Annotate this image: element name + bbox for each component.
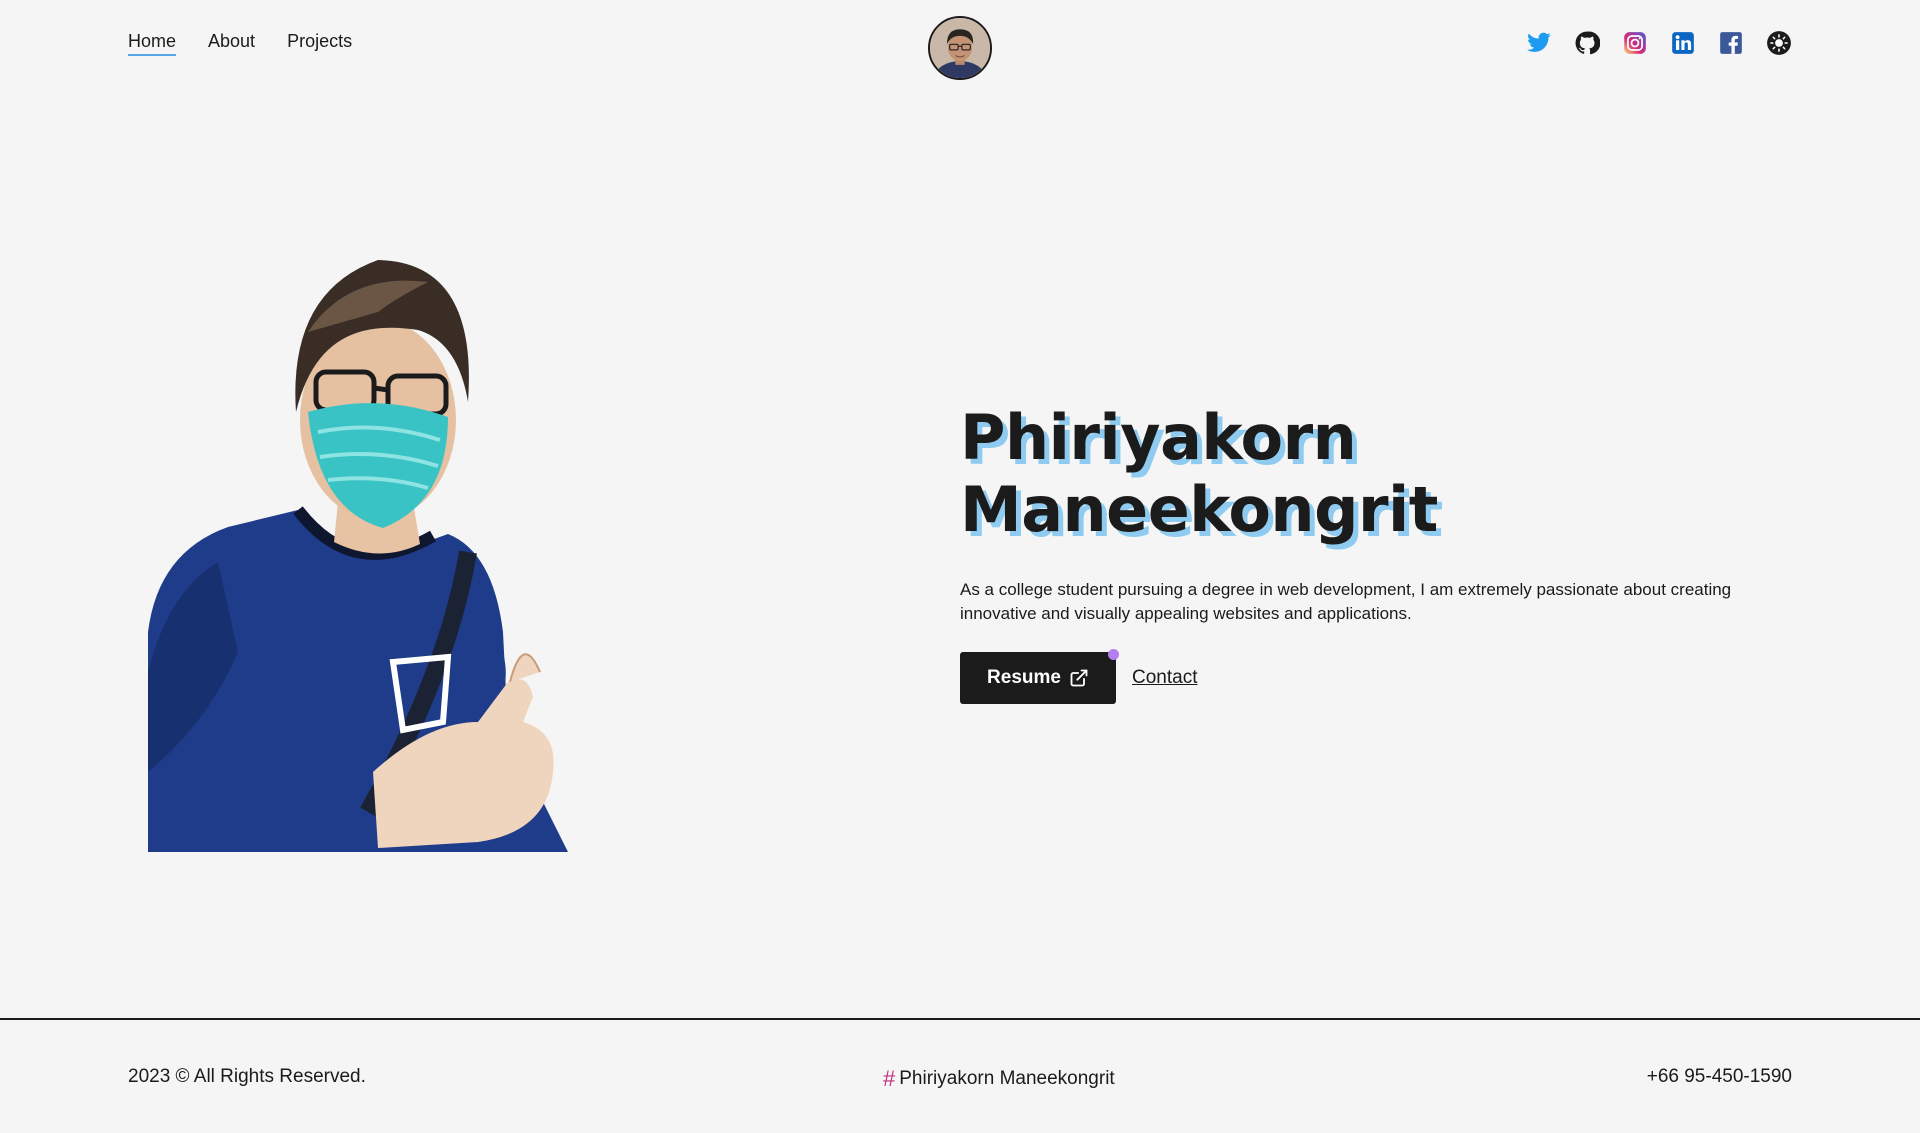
github-icon[interactable]: [1574, 30, 1600, 56]
avatar-portrait-icon: [930, 18, 990, 78]
footer-phone[interactable]: +66 95-450-1590: [1647, 1066, 1792, 1088]
logo-avatar[interactable]: [928, 16, 992, 80]
nav-about-link[interactable]: About: [208, 31, 255, 56]
resume-button[interactable]: Resume: [960, 649, 1119, 704]
site-footer: 2023 © All Rights Reserved. # Phiriyakor…: [0, 1018, 1920, 1133]
hero-content: Phiriyakorn Maneekongrit As a college st…: [960, 402, 1740, 704]
external-link-icon: [1070, 669, 1088, 687]
site-header: Home About Projects: [0, 0, 1920, 90]
cta-row: Resume Contact: [960, 649, 1740, 704]
notification-dot: [1108, 649, 1119, 660]
footer-name: Phiriyakorn Maneekongrit: [899, 1068, 1115, 1089]
hero-portrait-image: [148, 252, 618, 860]
linkedin-icon[interactable]: [1670, 30, 1696, 56]
instagram-icon[interactable]: [1622, 30, 1648, 56]
twitter-icon[interactable]: [1526, 30, 1552, 56]
hash-icon: #: [883, 1066, 896, 1091]
contact-link[interactable]: Contact: [1132, 667, 1197, 689]
hero-name-heading: Phiriyakorn Maneekongrit: [960, 402, 1740, 546]
hero-description: As a college student pursuing a degree i…: [960, 580, 1732, 623]
footer-brand[interactable]: # Phiriyakorn Maneekongrit: [883, 1066, 1115, 1092]
main-nav: Home About Projects: [128, 31, 352, 56]
theme-toggle-icon[interactable]: [1766, 30, 1792, 56]
social-links: [1526, 30, 1792, 56]
footer-copyright: 2023 © All Rights Reserved.: [128, 1066, 366, 1087]
hero-last-name: Maneekongrit: [960, 473, 1438, 546]
nav-home-link[interactable]: Home: [128, 31, 177, 56]
resume-button-label: Resume: [987, 667, 1061, 688]
hero-first-name: Phiriyakorn: [960, 401, 1357, 474]
nav-projects-link[interactable]: Projects: [287, 31, 352, 56]
facebook-icon[interactable]: [1718, 30, 1744, 56]
